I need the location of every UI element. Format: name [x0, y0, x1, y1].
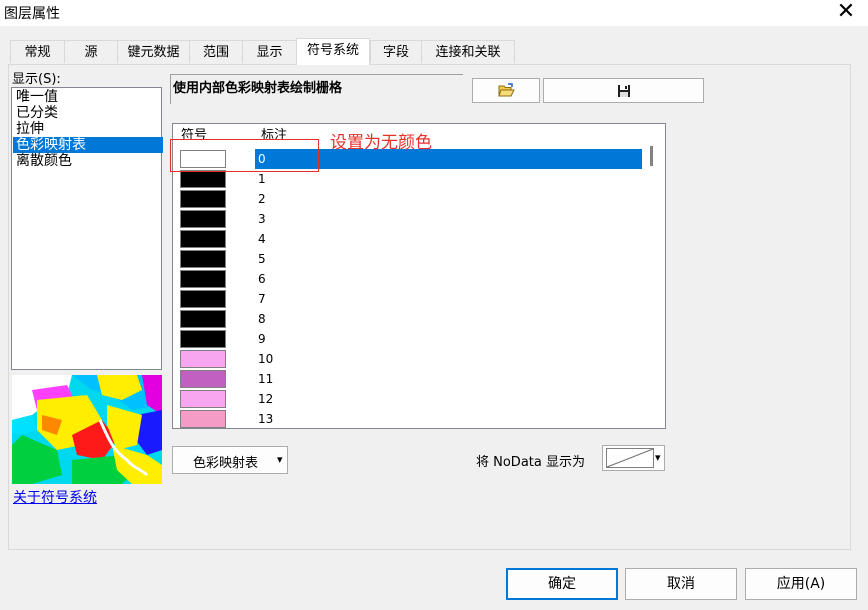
- table-row-label[interactable]: 5: [255, 249, 642, 269]
- save-colormap-button[interactable]: [543, 78, 704, 103]
- color-swatch[interactable]: [180, 290, 226, 308]
- table-row-label[interactable]: 8: [255, 309, 642, 329]
- chevron-down-icon: ▾: [655, 451, 661, 464]
- chevron-down-icon: ▾: [277, 453, 283, 466]
- about-symbology-link[interactable]: 关于符号系统: [13, 487, 97, 507]
- show-label: 显示(S):: [12, 72, 61, 87]
- apply-button[interactable]: 应用(A): [745, 568, 857, 600]
- table-row-label[interactable]: 6: [255, 269, 642, 289]
- color-swatch[interactable]: [180, 310, 226, 328]
- color-swatch[interactable]: [180, 330, 226, 348]
- table-row-label[interactable]: 2: [255, 189, 642, 209]
- tab-key-metadata[interactable]: 键元数据: [117, 40, 190, 63]
- table-row-label[interactable]: 12: [255, 389, 642, 409]
- table-row-label[interactable]: 7: [255, 289, 642, 309]
- window-title: 图层属性: [4, 6, 60, 22]
- color-swatch[interactable]: [180, 170, 226, 188]
- nodata-label: 将 NoData 显示为: [476, 455, 585, 470]
- tab-general[interactable]: 常规: [10, 40, 65, 63]
- list-item[interactable]: 唯一值: [16, 89, 58, 105]
- table-row-label[interactable]: 13: [255, 409, 642, 428]
- tab-joins-relates[interactable]: 连接和关联: [421, 40, 515, 63]
- color-swatch[interactable]: [180, 190, 226, 208]
- title-bar: [0, 0, 868, 26]
- table-row-label[interactable]: 11: [255, 369, 642, 389]
- renderer-description: 使用内部色彩映射表绘制栅格: [170, 74, 463, 104]
- color-swatch[interactable]: [180, 390, 226, 408]
- colormap-menu-button[interactable]: 色彩映射表 ▾: [172, 446, 288, 474]
- folder-open-icon: [498, 83, 515, 102]
- color-swatch[interactable]: [180, 410, 226, 428]
- tab-symbology[interactable]: 符号系统: [296, 38, 370, 65]
- list-item[interactable]: 已分类: [16, 105, 58, 121]
- cancel-button[interactable]: 取消: [625, 568, 737, 600]
- annotation-text: 设置为无颜色: [330, 133, 432, 153]
- tab-source[interactable]: 源: [64, 40, 118, 63]
- list-item[interactable]: 离散颜色: [16, 153, 72, 169]
- table-row-label[interactable]: 9: [255, 329, 642, 349]
- table-row-label[interactable]: 3: [255, 209, 642, 229]
- scrollbar-thumb[interactable]: [650, 146, 653, 166]
- color-swatch[interactable]: [180, 270, 226, 288]
- color-swatch[interactable]: [180, 350, 226, 368]
- color-swatch[interactable]: [180, 210, 226, 228]
- tab-fields[interactable]: 字段: [370, 40, 422, 63]
- table-row-label[interactable]: 1: [255, 169, 642, 189]
- no-color-swatch-icon: [606, 448, 654, 472]
- colormap-menu-label: 色彩映射表: [193, 456, 259, 471]
- list-item[interactable]: 拉伸: [16, 121, 44, 137]
- nodata-color-picker[interactable]: ▾: [602, 445, 665, 471]
- table-row-label[interactable]: 4: [255, 229, 642, 249]
- close-button[interactable]: ✕: [832, 0, 860, 26]
- annotation-highlight-box: [170, 139, 319, 172]
- list-item-selected[interactable]: 色彩映射表: [13, 137, 163, 153]
- table-row-label[interactable]: 10: [255, 349, 642, 369]
- tab-extent[interactable]: 范围: [189, 40, 243, 63]
- ok-button[interactable]: 确定: [506, 568, 618, 600]
- renderer-list[interactable]: 唯一值 已分类 拉伸 色彩映射表 离散颜色: [11, 87, 163, 370]
- color-swatch[interactable]: [180, 370, 226, 388]
- tab-display[interactable]: 显示: [242, 40, 297, 63]
- symbology-preview-image: [12, 375, 162, 484]
- open-colormap-button[interactable]: [472, 78, 540, 103]
- color-swatch[interactable]: [180, 250, 226, 268]
- color-swatch[interactable]: [180, 230, 226, 248]
- save-disk-icon: [617, 84, 631, 102]
